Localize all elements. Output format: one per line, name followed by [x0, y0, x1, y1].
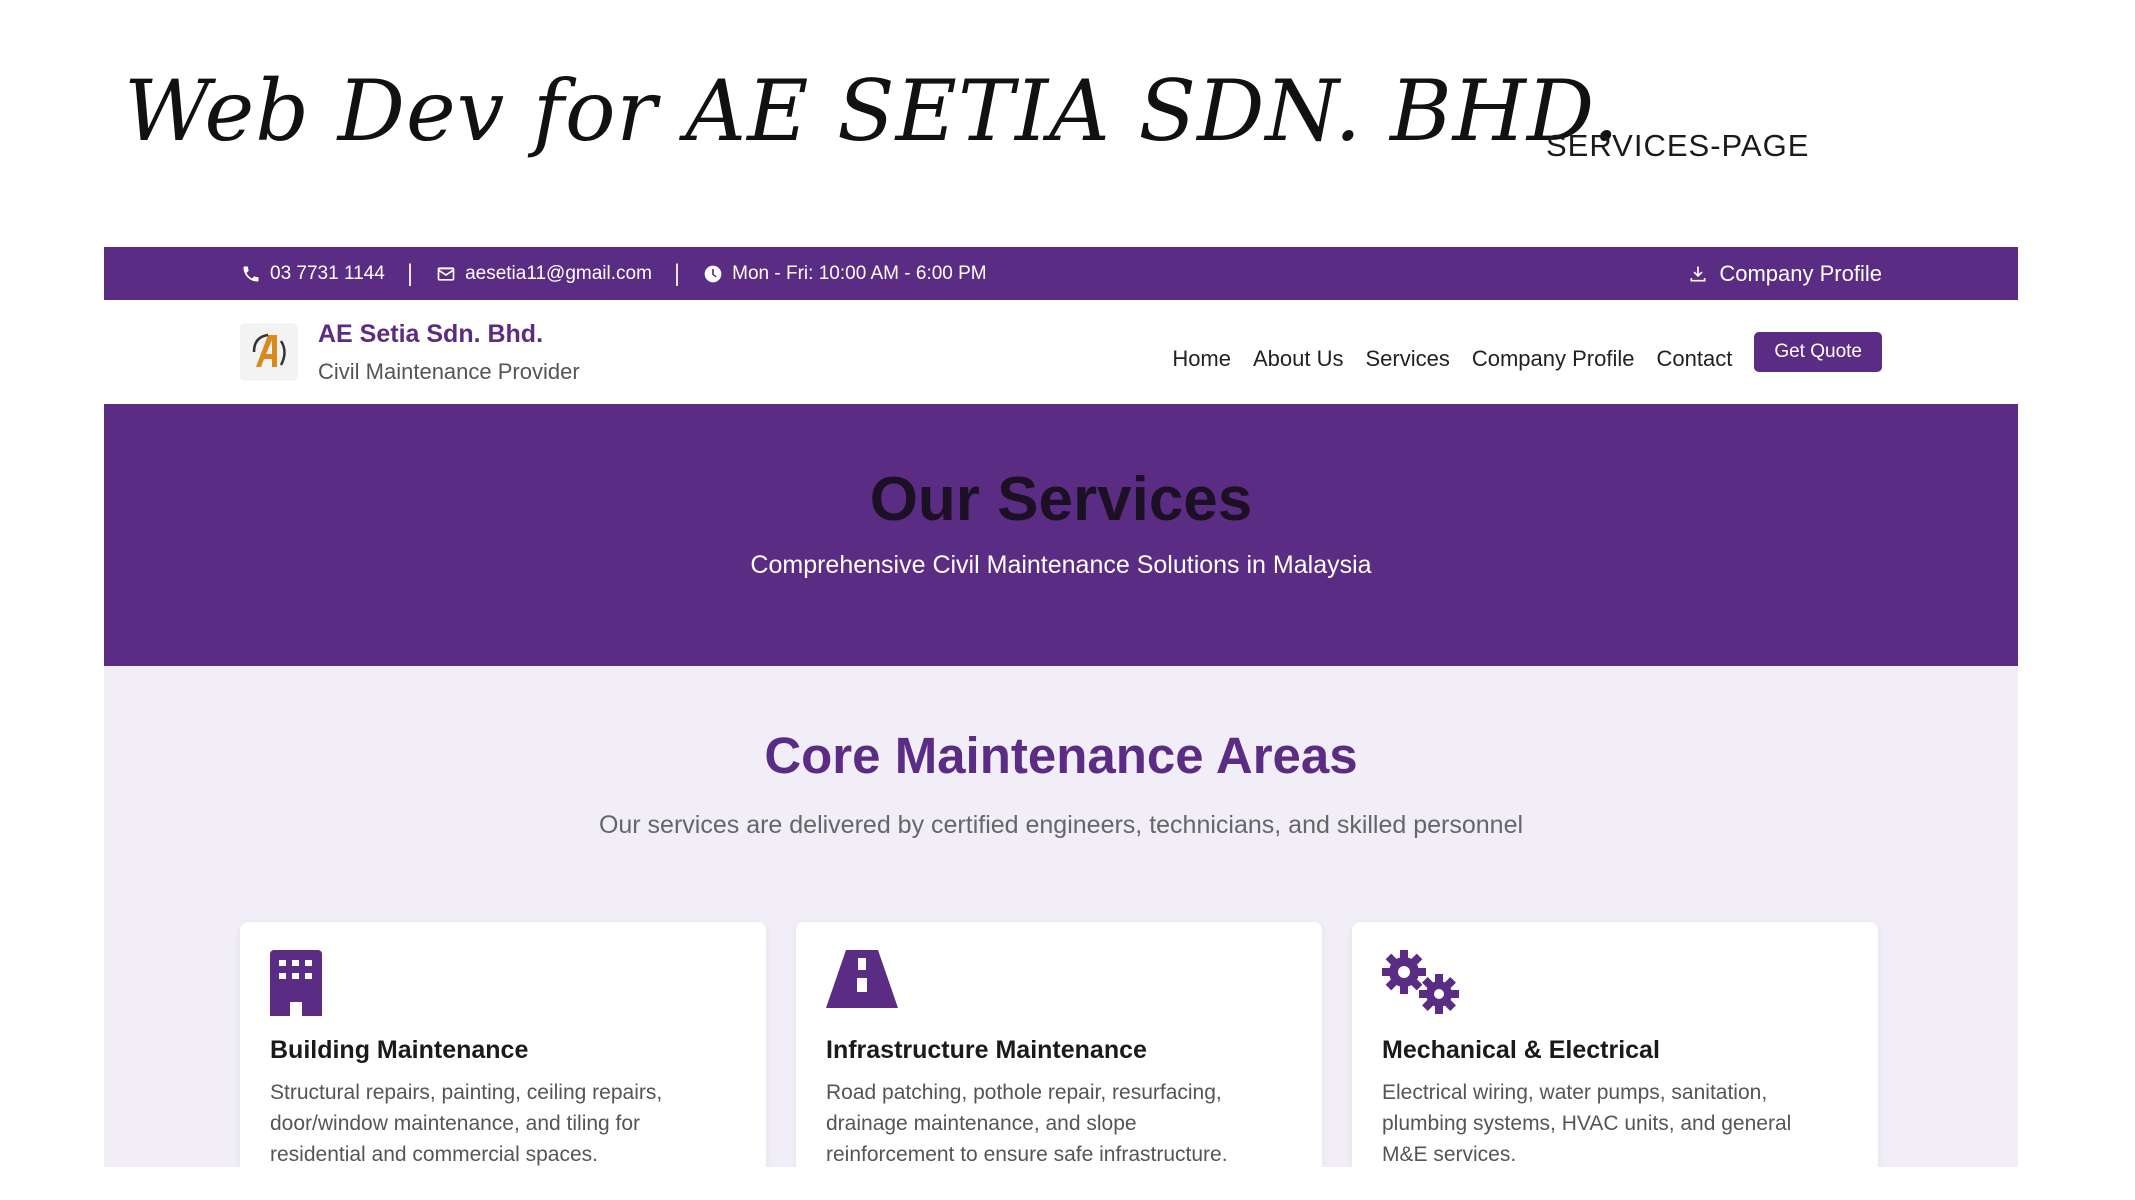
card-title: Building Maintenance [270, 1036, 529, 1064]
phone-text: 03 7731 1144 [270, 262, 385, 284]
company-profile-label: Company Profile [1719, 260, 1882, 286]
road-icon [826, 950, 898, 1016]
section-title: Core Maintenance Areas [764, 727, 1358, 784]
hero-title: Our Services [869, 465, 1253, 534]
section-subtitle: Our services are delivered by certified … [598, 811, 1524, 839]
hours-text: Mon - Fri: 10:00 AM - 6:00 PM [732, 262, 987, 284]
gears-icon [1382, 950, 1459, 1016]
card-title: Infrastructure Maintenance [826, 1036, 1147, 1064]
slide-title: Web Dev for AE SETIA SDN. BHD. [124, 62, 1620, 160]
card-description: Structural repairs, painting, ceiling re… [270, 1081, 663, 1166]
top-info-bar: 03 7731 1144 | aesetia11@gmail.com | Mon… [104, 247, 2018, 300]
building-icon [270, 950, 342, 1016]
brand-name: AE Setia Sdn. Bhd. [318, 319, 544, 348]
get-quote-button[interactable]: Get Quote [1754, 332, 1882, 372]
nav-services[interactable]: Services [1366, 346, 1450, 372]
card-description: Road patching, pothole repair, resurfaci… [826, 1081, 1228, 1166]
brand-tagline: Civil Maintenance Provider [318, 358, 580, 384]
phone-info[interactable]: 03 7731 1144 [240, 263, 385, 285]
main-nav: Home About Us Services Company Profile C… [1172, 332, 1882, 372]
hero-subtitle: Comprehensive Civil Maintenance Solution… [750, 551, 1372, 579]
slide-tag: SERVICES-PAGE [1546, 128, 1810, 163]
nav-contact[interactable]: Contact [1657, 346, 1733, 372]
email-text: aesetia11@gmail.com [465, 262, 652, 284]
contact-info: 03 7731 1144 | aesetia11@gmail.com | Mon… [240, 260, 987, 288]
nav-home[interactable]: Home [1172, 346, 1231, 372]
clock-icon [702, 263, 724, 285]
core-section: Core Maintenance Areas Our services are … [104, 666, 2018, 840]
email-info[interactable]: aesetia11@gmail.com [435, 263, 652, 285]
website-screenshot: 03 7731 1144 | aesetia11@gmail.com | Mon… [104, 247, 2018, 1167]
separator: | [406, 259, 414, 287]
service-card-mechanical[interactable]: Mechanical & Electrical Electrical wirin… [1352, 922, 1878, 1167]
brand[interactable]: AE Setia Sdn. Bhd. Civil Maintenance Pro… [240, 320, 580, 385]
nav-company-profile[interactable]: Company Profile [1472, 346, 1635, 372]
service-cards: Building Maintenance Structural repairs,… [104, 922, 2018, 1167]
nav-about-us[interactable]: About Us [1253, 346, 1344, 372]
service-card-infrastructure[interactable]: Infrastructure Maintenance Road patching… [796, 922, 1322, 1167]
separator: | [673, 259, 681, 287]
card-description: Electrical wiring, water pumps, sanitati… [1382, 1081, 1792, 1166]
envelope-icon [435, 263, 457, 285]
service-card-building[interactable]: Building Maintenance Structural repairs,… [240, 922, 766, 1167]
main-navbar: AE Setia Sdn. Bhd. Civil Maintenance Pro… [104, 300, 2018, 404]
hours-info: Mon - Fri: 10:00 AM - 6:00 PM [702, 262, 987, 285]
company-logo [240, 323, 298, 381]
company-profile-download[interactable]: Company Profile [1687, 261, 1882, 287]
phone-icon [240, 263, 262, 285]
download-icon [1687, 263, 1709, 285]
hero-banner: Our Services Comprehensive Civil Mainten… [104, 404, 2018, 666]
card-title: Mechanical & Electrical [1382, 1036, 1660, 1064]
